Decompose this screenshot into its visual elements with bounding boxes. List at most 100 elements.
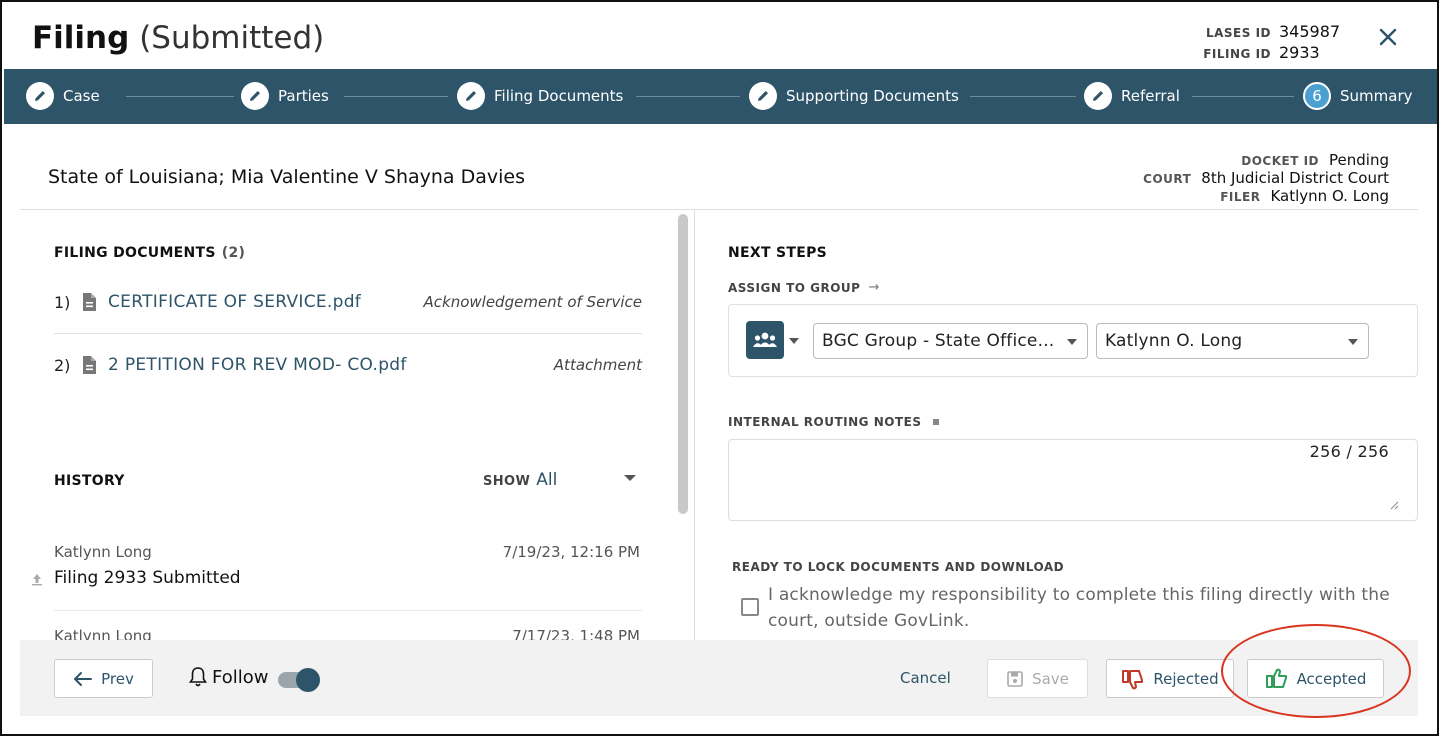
step-label: Summary [1340, 87, 1413, 105]
step-label: Parties [278, 87, 329, 105]
show-value: All [536, 470, 558, 490]
close-icon[interactable] [1377, 26, 1399, 48]
step-label: Supporting Documents [786, 87, 959, 105]
history-heading: HISTORY [54, 473, 125, 489]
page-title: Filing (Submitted) [32, 20, 324, 56]
save-button[interactable]: Save [987, 659, 1088, 698]
next-steps-heading: NEXT STEPS [728, 245, 828, 261]
lases-id-value: 345987 [1279, 22, 1341, 41]
step-filing-documents[interactable]: Filing Documents [457, 82, 623, 110]
follow-control[interactable]: Follow [188, 666, 268, 688]
prev-button[interactable]: Prev [54, 659, 153, 698]
step-connector [1192, 96, 1294, 97]
assign-group-label: ASSIGN TO GROUP → [728, 280, 880, 295]
court-value: 8th Judicial District Court [1201, 169, 1389, 187]
routing-notes-label: INTERNAL ROUTING NOTES [728, 415, 940, 429]
dialog-header: Filing (Submitted) LASES ID 345987 FILIN… [4, 4, 1437, 69]
document-type: Attachment [553, 356, 642, 374]
document-icon [83, 293, 96, 311]
step-parties[interactable]: Parties [241, 82, 329, 110]
filing-id-value: 2933 [1279, 43, 1320, 62]
history-date: 7/19/23, 12:16 PM [502, 543, 640, 561]
pencil-icon [241, 82, 269, 110]
assign-label-text: ASSIGN TO GROUP [728, 280, 861, 295]
court-label: COURT [1143, 172, 1192, 186]
list-item: 2) 2 PETITION FOR REV MOD- CO.pdf Attach… [54, 340, 642, 390]
title-bold: Filing [32, 20, 130, 56]
chevron-down-icon[interactable] [624, 475, 636, 481]
bell-icon [189, 667, 207, 687]
character-counter: 256 / 256 [1309, 442, 1389, 461]
toggle-knob [296, 668, 320, 692]
filing-id-label: FILING ID [1203, 47, 1271, 61]
group-picker-button[interactable] [746, 321, 784, 359]
step-connector [636, 96, 740, 97]
id-block: LASES ID 345987 FILING ID 2933 [1193, 22, 1343, 64]
lock-documents-label: READY TO LOCK DOCUMENTS AND DOWNLOAD [732, 560, 1065, 574]
doc-number: 2) [54, 355, 71, 375]
step-supporting-documents[interactable]: Supporting Documents [749, 82, 959, 110]
document-link[interactable]: CERTIFICATE OF SERVICE.pdf [108, 292, 361, 312]
divider [54, 610, 642, 611]
rejected-button[interactable]: Rejected [1106, 659, 1234, 698]
title-status: (Submitted) [139, 20, 325, 56]
resize-handle-icon[interactable] [1389, 500, 1399, 510]
group-select[interactable]: BGC Group - State Office... [813, 323, 1088, 359]
document-link[interactable]: 2 PETITION FOR REV MOD- CO.pdf [108, 355, 407, 375]
app-window: Filing (Submitted) LASES ID 345987 FILIN… [0, 0, 1439, 736]
save-icon [1007, 670, 1023, 687]
follow-toggle[interactable] [278, 668, 320, 692]
step-connector [970, 96, 1076, 97]
group-icon [753, 332, 777, 347]
doc-number: 1) [54, 292, 71, 312]
chevron-down-icon [1348, 339, 1358, 345]
save-label: Save [1032, 669, 1069, 688]
history-user: Katlynn Long [54, 627, 152, 640]
prev-label: Prev [101, 669, 134, 688]
step-number: 6 [1303, 82, 1331, 110]
assign-group-panel: BGC Group - State Office... Katlynn O. L… [728, 304, 1418, 377]
routing-notes-text: INTERNAL ROUTING NOTES [728, 415, 922, 429]
user-select[interactable]: Katlynn O. Long [1096, 323, 1369, 359]
docket-label: DOCKET ID [1241, 154, 1320, 168]
filing-documents-heading: FILING DOCUMENTS (2) [54, 245, 245, 261]
docket-value: Pending [1329, 151, 1389, 169]
wizard-stepper: Case Parties Filing Documents Supporting… [4, 69, 1437, 124]
history-event: Filing 2933 Submitted [54, 568, 241, 588]
thumbs-down-icon [1122, 669, 1144, 689]
step-label: Case [63, 87, 100, 105]
document-type: Acknowledgement of Service [423, 293, 642, 311]
divider [54, 333, 642, 334]
filer-value: Katlynn O. Long [1270, 187, 1389, 205]
step-label: Filing Documents [494, 87, 624, 105]
scrollbar[interactable] [678, 214, 688, 514]
history-filter[interactable]: SHOW All [483, 470, 557, 490]
filer-label: FILER [1220, 190, 1261, 204]
step-referral[interactable]: Referral [1084, 82, 1180, 110]
case-meta: DOCKET ID Pending COURT 8th Judicial Dis… [1143, 151, 1389, 205]
step-label: Referral [1121, 87, 1180, 105]
pencil-icon [1084, 82, 1112, 110]
routing-notes-textarea[interactable]: 256 / 256 [728, 439, 1418, 521]
user-select-value: Katlynn O. Long [1105, 331, 1243, 351]
case-title: State of Louisiana; Mia Valentine V Shay… [48, 166, 525, 188]
group-select-value: BGC Group - State Office... [822, 331, 1055, 351]
document-icon [83, 356, 96, 374]
acknowledge-checkbox[interactable] [741, 598, 759, 616]
cancel-button[interactable]: Cancel [900, 669, 951, 687]
arrow-right-icon: → [868, 280, 880, 295]
rejected-label: Rejected [1153, 669, 1219, 688]
history-user: Katlynn Long [54, 543, 152, 561]
step-connector [344, 96, 448, 97]
info-icon [933, 419, 940, 425]
upload-icon [32, 574, 42, 586]
filing-documents-count: (2) [221, 245, 246, 261]
step-case[interactable]: Case [26, 82, 100, 110]
history-date: 7/17/23, 1:48 PM [512, 627, 640, 640]
chevron-down-icon[interactable] [789, 338, 799, 344]
step-summary[interactable]: 6 Summary [1303, 82, 1413, 110]
filing-documents-title: FILING DOCUMENTS [54, 245, 216, 261]
left-panel: FILING DOCUMENTS (2) 1) CERTIFICATE OF SE… [20, 210, 692, 640]
footer-bar: Prev Follow Cancel Save Rejected Accepte… [20, 640, 1418, 716]
list-item: 1) CERTIFICATE OF SERVICE.pdf Acknowledg… [54, 277, 642, 327]
